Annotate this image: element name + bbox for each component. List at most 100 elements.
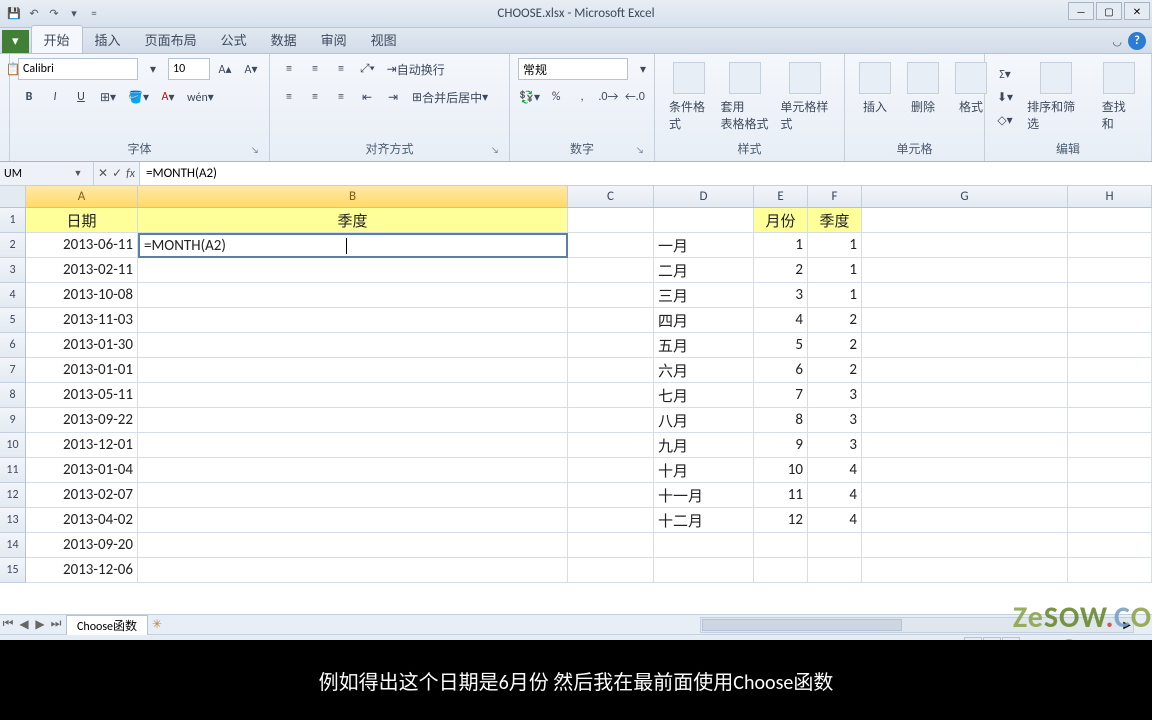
cell[interactable] [654,558,754,583]
cell[interactable]: 五月 [654,333,754,358]
increase-font-icon[interactable]: A▴ [214,58,236,80]
tab-formulas[interactable]: 公式 [209,26,259,53]
cell[interactable]: 2013-01-01 [26,358,138,383]
cell[interactable] [138,433,568,458]
cell[interactable]: 2013-06-11 [26,233,138,258]
cell[interactable]: 2013-12-01 [26,433,138,458]
cell[interactable] [568,333,654,358]
cell[interactable]: 2013-01-30 [26,333,138,358]
cell[interactable]: 5 [754,333,808,358]
qat-dropdown-icon[interactable]: ▾ [66,6,82,22]
format-table-button[interactable]: 套用 表格格式 [719,58,771,136]
cell[interactable] [1068,558,1152,583]
cell[interactable]: 十二月 [654,508,754,533]
row-header[interactable]: 4 [0,283,26,308]
cell[interactable]: 2013-10-08 [26,283,138,308]
align-right-icon[interactable]: ≡ [330,86,352,108]
tab-insert[interactable]: 插入 [83,26,133,53]
row-header[interactable]: 8 [0,383,26,408]
font-launcher-icon[interactable]: ↘ [249,145,261,157]
cell[interactable] [1068,408,1152,433]
cell[interactable]: 2 [754,258,808,283]
tab-view[interactable]: 视图 [359,26,409,53]
font-size-select[interactable] [168,58,210,80]
cell[interactable] [138,358,568,383]
row-header[interactable]: 9 [0,408,26,433]
cell[interactable] [568,508,654,533]
cell[interactable]: 7 [754,383,808,408]
cell[interactable]: 12 [754,508,808,533]
cell[interactable] [138,533,568,558]
col-header-F[interactable]: F [808,186,862,207]
sheet-nav-prev-icon[interactable]: ◀ [16,617,32,632]
row-header[interactable]: 2 [0,233,26,258]
cell[interactable]: 2 [808,333,862,358]
font-name-dropdown-icon[interactable]: ▾ [142,58,164,80]
cell[interactable]: 三月 [654,283,754,308]
border-button[interactable]: ⊞▾ [96,86,120,108]
row-header[interactable]: 5 [0,308,26,333]
col-header-G[interactable]: G [862,186,1068,207]
cell[interactable] [568,258,654,283]
cell[interactable]: 8 [754,408,808,433]
fill-color-button[interactable]: 🪣▾ [124,86,153,108]
undo-icon[interactable]: ↶ [26,6,42,22]
cell[interactable] [1068,283,1152,308]
cell[interactable]: 11 [754,483,808,508]
cell[interactable]: 十一月 [654,483,754,508]
align-middle-icon[interactable]: ≡ [304,58,326,80]
cell[interactable]: 月份 [754,208,808,233]
cell[interactable] [1068,233,1152,258]
phonetic-button[interactable]: wén▾ [183,86,218,108]
currency-icon[interactable]: 💱▾ [518,86,541,108]
cell[interactable] [1068,308,1152,333]
cell[interactable]: 2 [808,358,862,383]
cell[interactable]: 2013-01-04 [26,458,138,483]
italic-button[interactable]: I [44,86,66,108]
cell[interactable]: 七月 [654,383,754,408]
cell[interactable]: 2013-02-11 [26,258,138,283]
cell[interactable]: 九月 [654,433,754,458]
cell[interactable]: 4 [808,483,862,508]
decrease-decimal-icon[interactable]: ←.0 [624,86,646,108]
cell[interactable]: 3 [808,383,862,408]
cell[interactable]: 2013-04-02 [26,508,138,533]
minimize-ribbon-icon[interactable]: ◡ [1112,35,1122,48]
cell[interactable] [138,558,568,583]
row-header[interactable]: 3 [0,258,26,283]
cell[interactable] [754,558,808,583]
orientation-icon[interactable]: ⤢▾ [356,58,379,80]
merge-center-button[interactable]: ⊞ 合并后居中▾ [408,86,492,108]
tab-layout[interactable]: 页面布局 [133,26,209,53]
cell[interactable] [1068,333,1152,358]
cell[interactable]: 1 [808,233,862,258]
col-header-D[interactable]: D [654,186,754,207]
cell[interactable] [138,283,568,308]
cell[interactable] [862,208,1068,233]
cell[interactable]: 2013-09-20 [26,533,138,558]
cancel-formula-icon[interactable]: ✕ [98,166,108,181]
cell[interactable] [138,483,568,508]
cell[interactable] [808,558,862,583]
cell[interactable] [1068,483,1152,508]
sheet-nav-last-icon[interactable]: ⏭ [48,617,64,632]
align-launcher-icon[interactable]: ↘ [489,145,501,157]
cell[interactable]: 2013-02-07 [26,483,138,508]
fill-icon[interactable]: ⬇▾ [993,86,1017,108]
cell[interactable] [1068,258,1152,283]
enter-formula-icon[interactable]: ✓ [112,166,122,181]
name-box-dropdown-icon[interactable]: ▼ [70,168,86,179]
cell[interactable] [862,233,1068,258]
cell[interactable]: 4 [808,508,862,533]
worksheet-grid[interactable]: A B C D E F G H 1日期季度月份季度22013-06-11=MON… [0,186,1152,614]
cell[interactable] [862,458,1068,483]
cell[interactable] [568,458,654,483]
align-left-icon[interactable]: ≡ [278,86,300,108]
tab-home[interactable]: 开始 [31,25,83,53]
col-header-A[interactable]: A [26,186,138,207]
cell[interactable] [862,533,1068,558]
row-header[interactable]: 10 [0,433,26,458]
font-color-button[interactable]: A▾ [157,86,179,108]
cell[interactable] [862,408,1068,433]
cell[interactable] [862,283,1068,308]
